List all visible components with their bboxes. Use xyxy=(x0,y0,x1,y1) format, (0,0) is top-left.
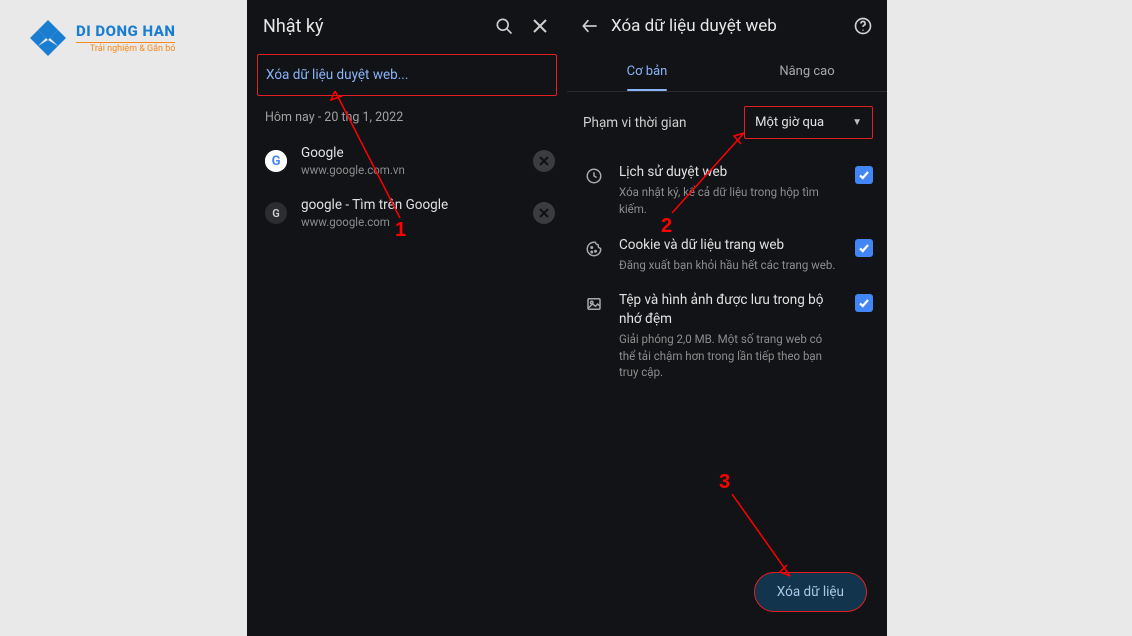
time-range-label: Phạm vi thời gian xyxy=(583,115,734,131)
history-panel: Nhật ký Xóa dữ liệu duyệt web... Hôm nay… xyxy=(247,0,567,636)
option-title: Cookie và dữ liệu trang web xyxy=(619,236,841,254)
history-item-title: google - Tìm trên Google xyxy=(301,197,519,213)
history-item-title: Google xyxy=(301,145,519,161)
svg-text:G: G xyxy=(272,154,281,169)
clock-icon xyxy=(583,165,605,187)
option-desc: Đăng xuất bạn khỏi hầu hết các trang web… xyxy=(619,257,841,274)
option-desc: Giải phóng 2,0 MB. Một số trang web có t… xyxy=(619,331,841,381)
help-icon[interactable] xyxy=(851,14,875,38)
checkbox-checked[interactable] xyxy=(855,294,873,312)
clear-data-panel: Xóa dữ liệu duyệt web Cơ bản Nâng cao Ph… xyxy=(567,0,887,636)
history-item-url: www.google.com.vn xyxy=(301,163,519,177)
history-item-url: www.google.com xyxy=(301,215,519,229)
history-title: Nhật ký xyxy=(263,16,481,37)
site-favicon-icon: G xyxy=(265,202,287,224)
history-item[interactable]: G google - Tìm trên Google www.google.co… xyxy=(247,187,567,239)
clear-option-history[interactable]: Lịch sử duyệt web Xóa nhật ký, kể cả dữ … xyxy=(567,149,887,222)
back-arrow-icon[interactable] xyxy=(577,13,603,39)
clear-option-cache[interactable]: Tệp và hình ảnh được lưu trong bộ nhớ đệ… xyxy=(567,277,887,384)
image-icon xyxy=(583,293,605,315)
clear-option-cookies[interactable]: Cookie và dữ liệu trang web Đăng xuất bạ… xyxy=(567,222,887,278)
cookie-icon xyxy=(583,238,605,260)
checkbox-checked[interactable] xyxy=(855,166,873,184)
clear-browsing-data-link[interactable]: Xóa dữ liệu duyệt web... xyxy=(257,54,557,96)
close-icon[interactable] xyxy=(527,13,553,39)
search-icon[interactable] xyxy=(491,13,517,39)
history-date-label: Hôm nay - 20 thg 1, 2022 xyxy=(247,102,567,135)
tab-advanced[interactable]: Nâng cao xyxy=(727,52,887,91)
watermark-logo: DI DONG HAN Trải nghiệm & Gắn bó xyxy=(28,18,175,58)
option-title: Lịch sử duyệt web xyxy=(619,163,841,181)
time-range-value: Một giờ qua xyxy=(755,115,824,130)
chevron-down-icon: ▼ xyxy=(852,117,862,128)
option-desc: Xóa nhật ký, kể cả dữ liệu trong hộp tìm… xyxy=(619,184,841,217)
checkbox-checked[interactable] xyxy=(855,239,873,257)
delete-history-item-icon[interactable] xyxy=(533,202,555,224)
google-favicon-icon: G xyxy=(265,150,287,172)
time-range-select[interactable]: Một giờ qua ▼ xyxy=(744,106,873,139)
watermark-brand: DI DONG HAN xyxy=(76,22,175,40)
delete-history-item-icon[interactable] xyxy=(533,150,555,172)
tab-basic[interactable]: Cơ bản xyxy=(567,52,727,91)
watermark-diamond-icon xyxy=(28,18,68,58)
history-item[interactable]: G Google www.google.com.vn xyxy=(247,135,567,187)
option-title: Tệp và hình ảnh được lưu trong bộ nhớ đệ… xyxy=(619,291,841,327)
clear-data-title: Xóa dữ liệu duyệt web xyxy=(611,16,843,36)
clear-data-button[interactable]: Xóa dữ liệu xyxy=(754,572,867,612)
watermark-tagline: Trải nghiệm & Gắn bó xyxy=(76,44,175,54)
